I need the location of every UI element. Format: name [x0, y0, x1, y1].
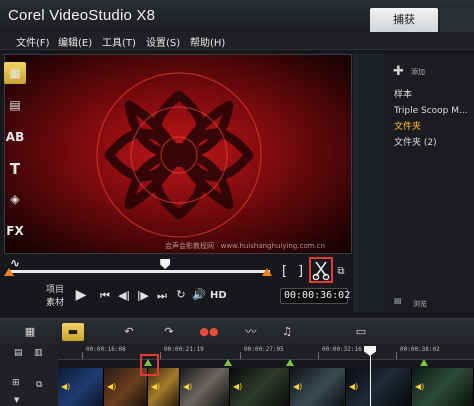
- redo-icon[interactable]: ↷: [160, 323, 178, 341]
- audio-icon: ◀): [151, 382, 161, 391]
- timeline-view-icon[interactable]: ▬: [62, 323, 84, 341]
- library-category-bar: [354, 54, 384, 312]
- path-icon[interactable]: ∿: [4, 252, 26, 274]
- track-header-column: [0, 344, 58, 406]
- audio-icon: ◀): [107, 382, 117, 391]
- ruler-tick: [318, 352, 319, 359]
- app-title: Corel VideoStudio X8: [8, 7, 156, 24]
- hd-button[interactable]: HD: [210, 290, 227, 301]
- video-track-icon[interactable]: ⊞: [12, 378, 20, 388]
- menu-bar: 文件(F) 编辑(E) 工具(T) 设置(S) 帮助(H): [0, 32, 474, 50]
- transition-icon[interactable]: AB: [4, 126, 26, 148]
- audio-icon: ◀): [293, 382, 303, 391]
- audio-icon: ◀): [61, 382, 71, 391]
- ruler-label: 00:00:27:05: [244, 346, 284, 353]
- clip-trim-marker[interactable]: [224, 359, 232, 366]
- auto-music-icon[interactable]: ♫: [276, 323, 298, 341]
- ruler-label: 00:00:21:19: [164, 346, 204, 353]
- timecode-display[interactable]: 00:00:36:02: [280, 288, 350, 304]
- media-icon[interactable]: ▦: [4, 62, 26, 84]
- subtitle-icon[interactable]: ▭: [350, 323, 372, 341]
- trim-end-marker[interactable]: [262, 268, 272, 276]
- menu-edit[interactable]: 编辑(E): [58, 34, 92, 49]
- library-folder-triple-scoop[interactable]: Triple Scoop M...: [390, 104, 474, 118]
- step-back-icon[interactable]: ◀ǀ: [116, 289, 132, 302]
- timeline-clip[interactable]: ◀): [346, 368, 412, 406]
- clip-trim-marker[interactable]: [286, 359, 294, 366]
- split-clip-button[interactable]: [309, 257, 333, 283]
- repeat-icon[interactable]: ↻: [174, 288, 188, 301]
- mode-clip-label[interactable]: 素材: [46, 295, 64, 308]
- timeline-clip[interactable]: ◀): [180, 368, 230, 406]
- menu-tools[interactable]: 工具(T): [102, 34, 136, 49]
- graphic-icon[interactable]: ◈: [4, 188, 26, 210]
- ruler-label: 00:00:38:02: [400, 346, 440, 353]
- filter-icon[interactable]: FX: [4, 220, 26, 242]
- preview-frame: [5, 55, 351, 253]
- clip-trim-marker[interactable]: [420, 359, 428, 366]
- highlight-annotation: [140, 354, 159, 376]
- show-all-tracks-icon[interactable]: ▥: [34, 348, 43, 358]
- title-icon[interactable]: T: [4, 158, 26, 180]
- play-icon[interactable]: ▶: [70, 287, 92, 303]
- timeline-clip[interactable]: ◀): [230, 368, 290, 406]
- scrubber-handle[interactable]: [160, 259, 171, 269]
- menu-file[interactable]: 文件(F): [16, 34, 50, 49]
- scrub-bar[interactable]: [8, 270, 270, 273]
- library-folder-2[interactable]: 文件夹 (2): [390, 136, 474, 150]
- fit-project-icon[interactable]: ▤: [14, 348, 23, 358]
- mode-project-label[interactable]: 项目: [46, 282, 64, 295]
- timeline-clip[interactable]: ◀): [290, 368, 346, 406]
- library-folder-sample[interactable]: 样本: [390, 88, 474, 102]
- add-folder-label[interactable]: 添加: [411, 67, 425, 77]
- add-folder-icon[interactable]: ✚: [393, 64, 404, 79]
- mark-out-button[interactable]: ]: [298, 264, 303, 279]
- sound-mixer-icon[interactable]: 〰: [240, 323, 262, 341]
- browse-label[interactable]: 浏览: [413, 299, 427, 309]
- step-forward-icon[interactable]: ǀ▶: [135, 289, 151, 302]
- menu-help[interactable]: 帮助(H): [190, 34, 225, 49]
- audio-icon: ◀): [183, 382, 193, 391]
- record-capture-icon[interactable]: ●●: [198, 323, 220, 341]
- storyboard-view-icon[interactable]: ▦: [18, 323, 42, 341]
- ruler-label: 00:00:16:08: [86, 346, 126, 353]
- mark-in-button[interactable]: [: [282, 264, 287, 279]
- undo-icon[interactable]: ↶: [120, 323, 138, 341]
- menu-settings[interactable]: 设置(S): [146, 34, 180, 49]
- ruler-tick: [160, 352, 161, 359]
- ruler-label: 00:00:32:16: [322, 346, 362, 353]
- ruler-tick: [240, 352, 241, 359]
- timeline-clip[interactable]: ◀): [412, 368, 474, 406]
- audio-icon: ◀): [415, 382, 425, 391]
- rewind-start-icon[interactable]: ⏮: [97, 289, 113, 303]
- audio-icon: ◀): [349, 382, 359, 391]
- instant-project-icon[interactable]: ▤: [4, 94, 26, 116]
- library-folder-selected[interactable]: 文件夹: [390, 120, 474, 134]
- audio-icon: ◀): [233, 382, 243, 391]
- volume-icon[interactable]: 🔊: [192, 288, 206, 301]
- enlarge-icon[interactable]: ⧉: [334, 266, 348, 277]
- preview-window[interactable]: 会声会影教程网 · www.huishanghuiying.com.cn: [4, 54, 352, 254]
- ruler-tick: [396, 352, 397, 359]
- video-watermark: 会声会影教程网 · www.huishanghuiying.com.cn: [165, 242, 325, 250]
- tab-share[interactable]: [440, 8, 474, 32]
- split-clip-icon: [312, 261, 330, 281]
- skip-end-icon[interactable]: ⏭: [154, 289, 170, 303]
- track-dropdown-icon[interactable]: ▼: [14, 396, 19, 404]
- timeline-clip[interactable]: ◀): [58, 368, 104, 406]
- playhead-line: [370, 356, 371, 406]
- tab-capture[interactable]: 捕获: [370, 8, 438, 32]
- browse-icon[interactable]: ▤: [394, 296, 402, 305]
- ripple-edit-icon[interactable]: ⧉: [36, 380, 42, 390]
- ruler-tick: [82, 352, 83, 359]
